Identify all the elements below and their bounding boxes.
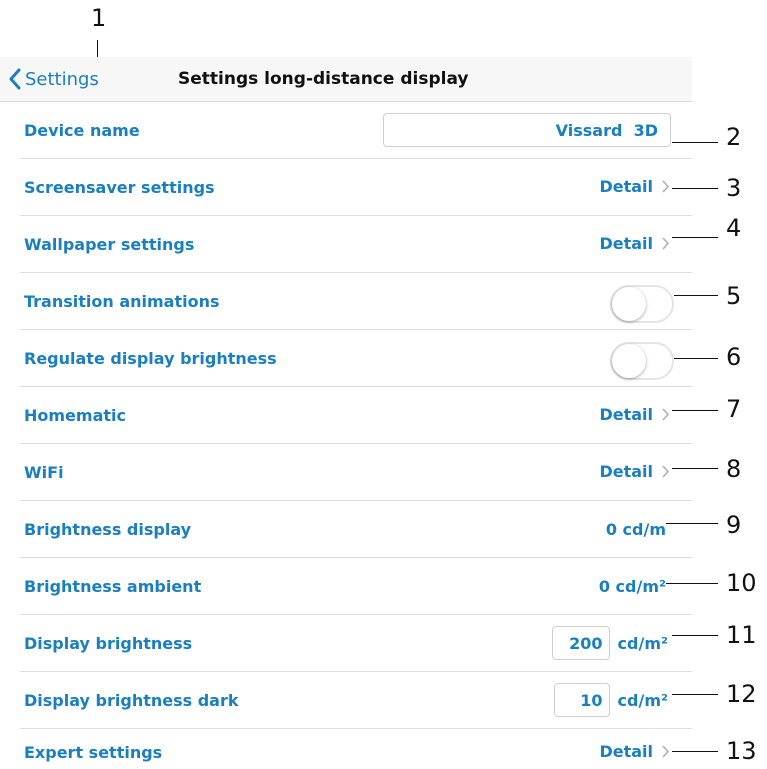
callout-2: 2 [726,123,742,151]
regulate-display-brightness-label: Regulate display brightness [24,349,277,368]
chevron-right-icon [662,408,670,421]
detail-label: Detail [599,742,653,761]
callout-1: 1 [91,4,107,32]
display-brightness-dark-label: Display brightness dark [24,691,239,710]
expert-settings-label: Expert settings [24,743,163,762]
display-brightness-control: cd/m² [551,626,668,660]
callout-5: 5 [726,282,742,310]
chevron-right-icon [662,180,670,193]
regulate-brightness-toggle[interactable] [610,342,674,380]
row-wallpaper-settings[interactable]: Wallpaper settings Detail [0,216,692,273]
display-brightness-dark-input[interactable] [553,683,610,717]
wallpaper-detail-link[interactable]: Detail [599,234,670,253]
brightness-ambient-label: Brightness ambient [24,577,202,596]
callout-11: 11 [726,621,757,649]
row-brightness-ambient: Brightness ambient 0 cd/m² [0,558,692,615]
expert-settings-detail-link[interactable]: Detail [599,742,670,761]
display-brightness-dark-control: cd/m² [553,683,668,717]
callout-12: 12 [726,680,757,708]
detail-label: Detail [599,405,653,424]
wifi-detail-link[interactable]: Detail [599,462,670,481]
chevron-right-icon [662,465,670,478]
transition-animations-toggle[interactable] [610,285,674,323]
row-expert-settings[interactable]: Expert settings Detail [0,729,692,769]
toggle-knob [612,344,646,378]
wifi-label: WiFi [24,463,64,482]
row-display-brightness-dark: Display brightness dark cd/m² [0,672,692,729]
callout-4: 4 [726,214,742,242]
row-wifi[interactable]: WiFi Detail [0,444,692,501]
callout-10: 10 [726,569,757,597]
row-display-brightness: Display brightness cd/m² [0,615,692,672]
unit-label: cd/m² [617,690,668,710]
toggle-knob [612,287,646,321]
navigation-bar: Settings Settings long-distance display [0,57,692,102]
callout-3: 3 [726,174,742,202]
chevron-right-icon [662,237,670,250]
page-title: Settings long-distance display [178,69,469,89]
row-regulate-display-brightness: Regulate display brightness [0,330,692,387]
brightness-ambient-value: 0 cd/m² [598,577,666,596]
callout-1-line [97,40,98,57]
homematic-label: Homematic [24,406,126,425]
homematic-detail-link[interactable]: Detail [599,405,670,424]
callout-9: 9 [726,511,742,539]
brightness-display-value: 0 cd/m [605,520,666,539]
chevron-left-icon [9,68,21,90]
row-transition-animations: Transition animations [0,273,692,330]
callout-7: 7 [726,395,742,423]
screensaver-detail-link[interactable]: Detail [599,177,670,196]
transition-animations-label: Transition animations [24,292,220,311]
detail-label: Detail [599,234,653,253]
display-brightness-label: Display brightness [24,634,193,653]
screensaver-settings-label: Screensaver settings [24,178,215,197]
device-name-label: Device name [24,121,140,140]
callout-13: 13 [726,737,757,765]
display-brightness-input[interactable] [551,626,610,660]
callout-6: 6 [726,343,742,371]
back-button-label: Settings [25,68,99,90]
unit-label: cd/m² [617,633,668,653]
chevron-right-icon [662,745,670,758]
wallpaper-settings-label: Wallpaper settings [24,235,195,254]
row-screensaver-settings[interactable]: Screensaver settings Detail [0,159,692,216]
row-device-name: Device name [0,102,692,159]
detail-label: Detail [599,462,653,481]
device-name-input[interactable] [383,113,671,147]
brightness-display-label: Brightness display [24,520,192,539]
row-homematic[interactable]: Homematic Detail [0,387,692,444]
callout-8: 8 [726,455,742,483]
row-brightness-display: Brightness display 0 cd/m [0,501,692,558]
back-button[interactable]: Settings [8,65,99,93]
detail-label: Detail [599,177,653,196]
